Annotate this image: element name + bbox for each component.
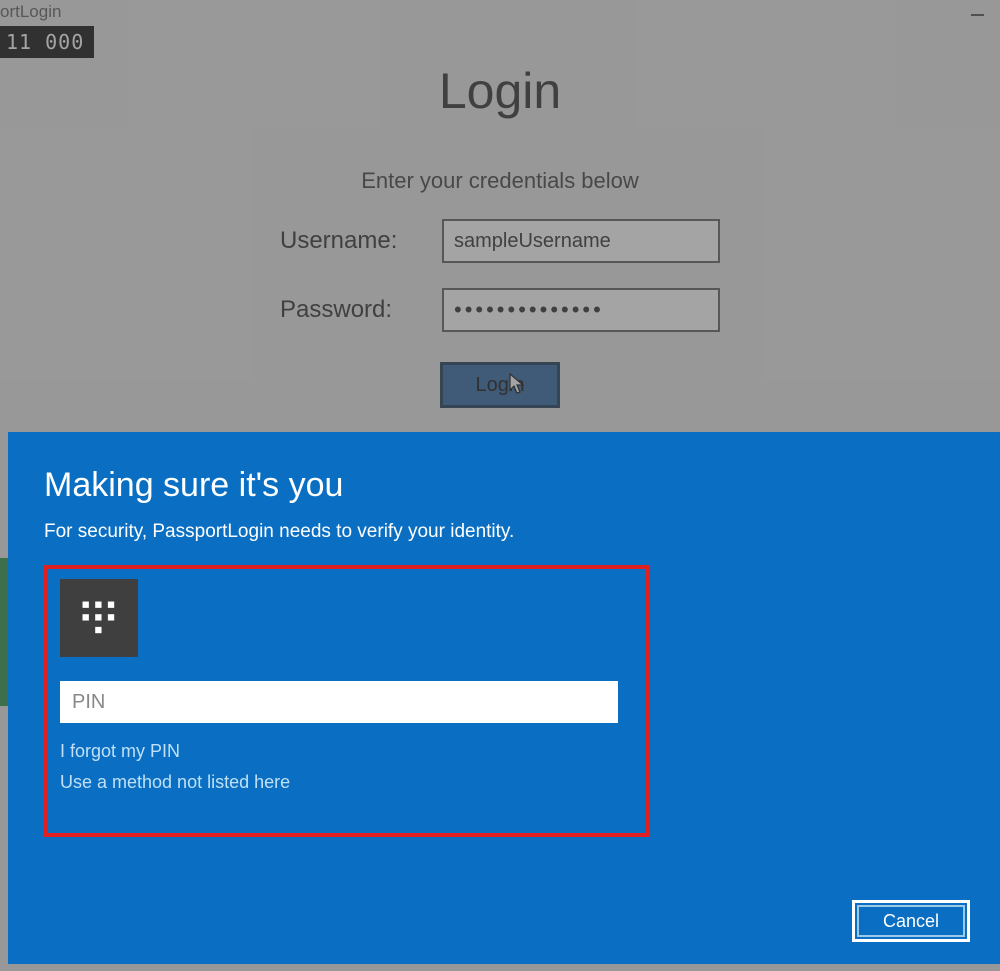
pin-input[interactable] xyxy=(60,681,618,723)
password-label: Password: xyxy=(280,296,420,324)
alt-method-link[interactable]: Use a method not listed here xyxy=(60,772,290,793)
forgot-pin-link[interactable]: I forgot my PIN xyxy=(60,741,180,762)
login-panel: Login Enter your credentials below Usern… xyxy=(0,0,1000,408)
password-input[interactable] xyxy=(442,288,720,332)
login-title: Login xyxy=(0,62,1000,120)
cursor-icon xyxy=(509,373,525,395)
keypad-icon xyxy=(80,599,118,637)
pin-method-tile[interactable] xyxy=(60,579,138,657)
username-label: Username: xyxy=(280,227,420,255)
password-row: Password: xyxy=(0,288,1000,332)
login-subtitle: Enter your credentials below xyxy=(0,168,1000,194)
pin-section-highlight: I forgot my PIN Use a method not listed … xyxy=(44,565,650,837)
username-input[interactable] xyxy=(442,219,720,263)
username-row: Username: xyxy=(0,219,1000,263)
login-button[interactable]: Login xyxy=(440,362,560,408)
verify-identity-dialog: Making sure it's you For security, Passp… xyxy=(8,432,1000,964)
dialog-subtitle: For security, PassportLogin needs to ver… xyxy=(44,521,964,543)
cancel-button[interactable]: Cancel xyxy=(852,900,970,942)
dialog-title: Making sure it's you xyxy=(44,466,964,505)
